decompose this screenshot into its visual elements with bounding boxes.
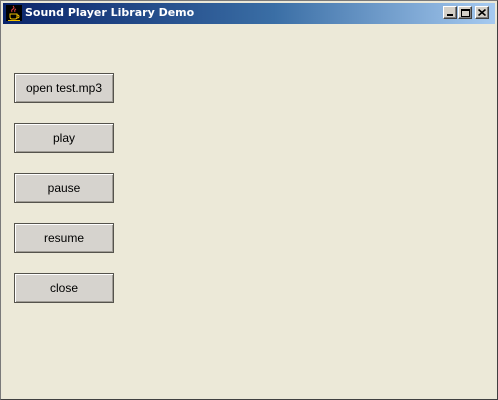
play-button[interactable]: play — [14, 123, 114, 153]
maximize-icon — [461, 9, 470, 17]
client-area: open test.mp3 play pause resume close — [3, 24, 495, 397]
close-button[interactable]: close — [14, 273, 114, 303]
maximize-button[interactable] — [458, 6, 472, 19]
minimize-icon — [447, 14, 453, 16]
minimize-button[interactable] — [443, 6, 457, 19]
open-test-mp3-button[interactable]: open test.mp3 — [14, 73, 114, 103]
close-icon — [478, 9, 486, 16]
title-bar[interactable]: Sound Player Library Demo — [3, 3, 495, 24]
window-title: Sound Player Library Demo — [25, 6, 195, 19]
pause-button[interactable]: pause — [14, 173, 114, 203]
app-window: Sound Player Library Demo open test.mp3 … — [0, 0, 498, 400]
java-coffee-cup-icon[interactable] — [6, 5, 22, 21]
resume-button[interactable]: resume — [14, 223, 114, 253]
close-window-button[interactable] — [475, 6, 489, 19]
